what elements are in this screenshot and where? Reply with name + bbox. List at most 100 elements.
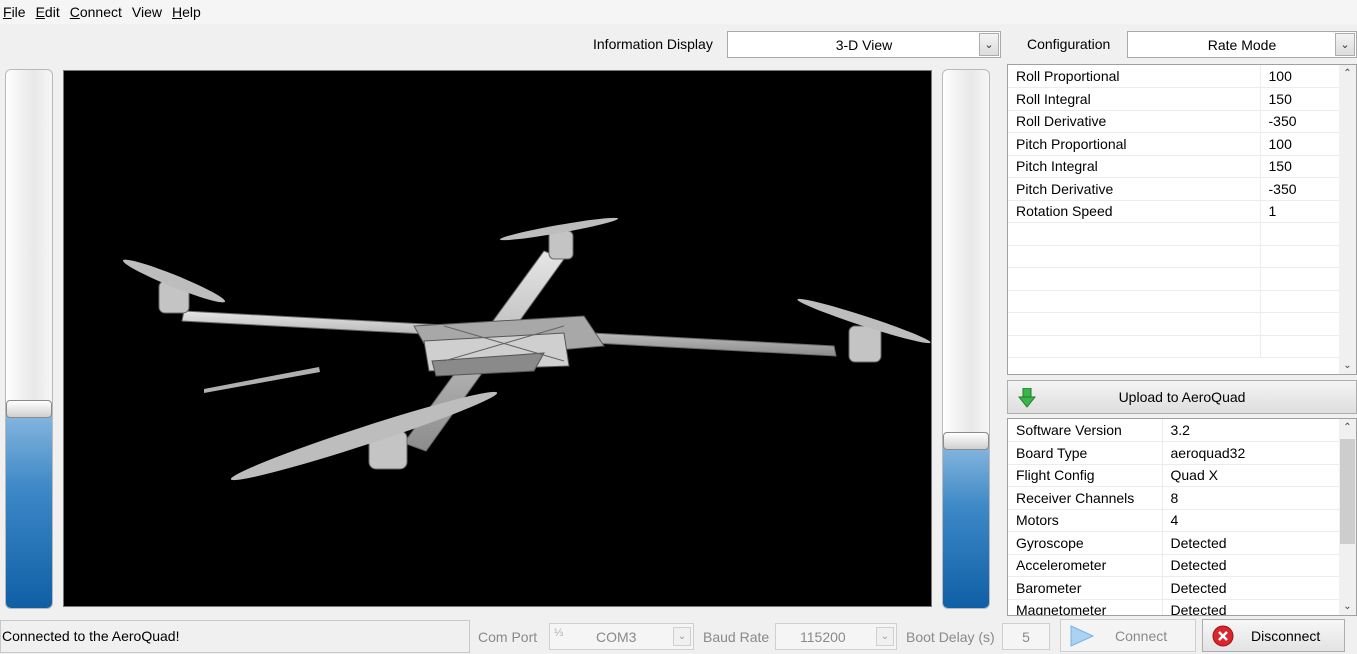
chevron-down-icon[interactable]: ⌄ [876,627,894,646]
baud-rate-label: Baud Rate [703,628,770,645]
parameter-value[interactable]: 1 [1260,200,1341,223]
scrollbar-thumb[interactable] [1340,439,1355,544]
left-slider-thumb[interactable] [6,400,52,418]
table-row[interactable] [1008,267,1341,291]
table-row[interactable]: Roll Integral 150 [1008,87,1341,111]
baud-rate-value: 115200 [800,628,846,645]
boot-delay-group: Boot Delay (s) [906,621,995,652]
parameter-value[interactable]: 3.2 [1162,419,1341,442]
chevron-down-icon[interactable]: ⌄ [673,627,691,646]
scroll-down-icon[interactable]: ⌄ [1339,357,1356,374]
parameter-value[interactable]: 4 [1162,509,1341,532]
table-row[interactable]: Pitch Derivative -350 [1008,177,1341,201]
table-row[interactable] [1008,312,1341,336]
parameter-name: Flight Config [1008,464,1163,487]
port-icon: ⅓ [554,627,564,639]
parameter-value [1260,335,1341,358]
parameter-name: Magnetometer [1008,599,1163,615]
menu-view[interactable]: View [127,0,167,24]
parameter-name: Rotation Speed [1008,200,1261,223]
connect-button[interactable]: Connect [1060,619,1196,652]
parameter-value[interactable]: Quad X [1162,464,1341,487]
table-row[interactable] [1008,335,1341,358]
config-scrollbar[interactable]: ⌃ ⌄ [1339,65,1356,374]
left-slider-fill [6,409,52,608]
table-row[interactable]: Board Type aeroquad32 [1008,441,1341,465]
menu-file[interactable]: File [0,0,31,24]
parameter-value [1260,267,1341,291]
right-slider-thumb[interactable] [943,432,989,450]
parameter-name: Roll Derivative [1008,110,1261,133]
close-icon [1212,625,1234,647]
parameter-name: Barometer [1008,576,1163,600]
chevron-down-icon[interactable]: ⌄ [979,33,999,56]
scroll-up-icon[interactable]: ⌃ [1339,65,1356,82]
com-port-label: Com Port [478,628,538,645]
info-display-select[interactable]: 3-D View ⌄ [727,31,1001,58]
table-row[interactable]: Roll Derivative -350 [1008,110,1341,133]
connect-label: Connect [1115,627,1168,644]
parameter-value[interactable]: 100 [1260,132,1341,156]
table-row[interactable] [1008,290,1341,313]
quadcopter-model-icon [122,217,931,481]
parameter-name [1008,267,1261,291]
table-row[interactable]: Flight Config Quad X [1008,464,1341,487]
parameter-name [1008,222,1261,246]
table-row[interactable]: Pitch Proportional 100 [1008,132,1341,156]
scroll-up-icon[interactable]: ⌃ [1339,419,1356,436]
baud-rate-group: Baud Rate [703,621,769,652]
parameter-value[interactable]: Detected [1162,576,1341,600]
configuration-label: Configuration [1027,36,1111,52]
parameter-name: Pitch Integral [1008,155,1261,178]
table-row[interactable]: Gyroscope Detected [1008,531,1341,555]
table-row[interactable]: Motors 4 [1008,509,1341,532]
configuration-select[interactable]: Rate Mode ⌄ [1127,31,1357,58]
scroll-down-icon[interactable]: ⌄ [1339,598,1356,615]
parameter-name: Board Type [1008,441,1163,465]
parameter-value[interactable]: 150 [1260,155,1341,178]
table-row[interactable]: Rotation Speed 1 [1008,200,1341,223]
table-row[interactable]: Accelerometer Detected [1008,554,1341,577]
quadcopter-3d-view[interactable] [63,70,932,607]
parameter-value[interactable]: 8 [1162,486,1341,510]
configuration-grid[interactable]: Roll Proportional 100 Roll Integral 150 Roll… [1007,64,1357,375]
parameter-value[interactable]: Detected [1162,554,1341,577]
info-display-value: 3-D View [835,36,893,53]
menu-connect[interactable]: Connect [65,0,127,24]
table-row[interactable]: Receiver Channels 8 [1008,486,1341,510]
info-scrollbar[interactable]: ⌃ ⌄ [1339,419,1356,615]
parameter-value[interactable]: Detected [1162,531,1341,555]
parameter-value[interactable]: 100 [1260,65,1341,88]
menu-edit[interactable]: Edit [31,0,65,24]
parameter-value[interactable]: Detected [1162,599,1341,615]
com-port-select[interactable]: ⅓ COM3 ⌄ [549,623,694,650]
parameter-name: Motors [1008,509,1163,532]
board-info-grid[interactable]: Software Version 3.2 Board Type aeroquad32 F… [1007,418,1357,616]
table-row[interactable]: Pitch Integral 150 [1008,155,1341,178]
table-row[interactable]: Magnetometer Detected [1008,599,1341,615]
right-slider-fill [943,441,989,608]
left-throttle-slider[interactable] [5,69,53,609]
parameter-name [1008,290,1261,313]
upload-label: Upload to AeroQuad [1118,389,1246,405]
parameter-value[interactable]: -350 [1260,110,1341,133]
table-row[interactable] [1008,245,1341,268]
baud-rate-select[interactable]: 115200 ⌄ [775,623,897,650]
table-row[interactable]: Barometer Detected [1008,576,1341,600]
menu-bar: File Edit Connect View Help [0,0,1357,24]
boot-delay-input[interactable]: 5 [1002,623,1050,650]
parameter-name [1008,245,1261,268]
table-row[interactable]: Roll Proportional 100 [1008,65,1341,88]
status-message: Connected to the AeroQuad! [0,620,470,653]
upload-to-aeroquad-button[interactable]: Upload to AeroQuad [1007,380,1357,414]
table-row[interactable] [1008,222,1341,246]
right-throttle-slider[interactable] [942,69,990,609]
parameter-value[interactable]: -350 [1260,177,1341,201]
chevron-down-icon[interactable]: ⌄ [1335,33,1355,56]
menu-help[interactable]: Help [167,0,206,24]
parameter-value[interactable]: aeroquad32 [1162,441,1341,465]
table-row[interactable]: Software Version 3.2 [1008,419,1341,442]
disconnect-label: Disconnect [1251,627,1321,644]
parameter-value[interactable]: 150 [1260,87,1341,111]
disconnect-button[interactable]: Disconnect [1202,619,1345,652]
